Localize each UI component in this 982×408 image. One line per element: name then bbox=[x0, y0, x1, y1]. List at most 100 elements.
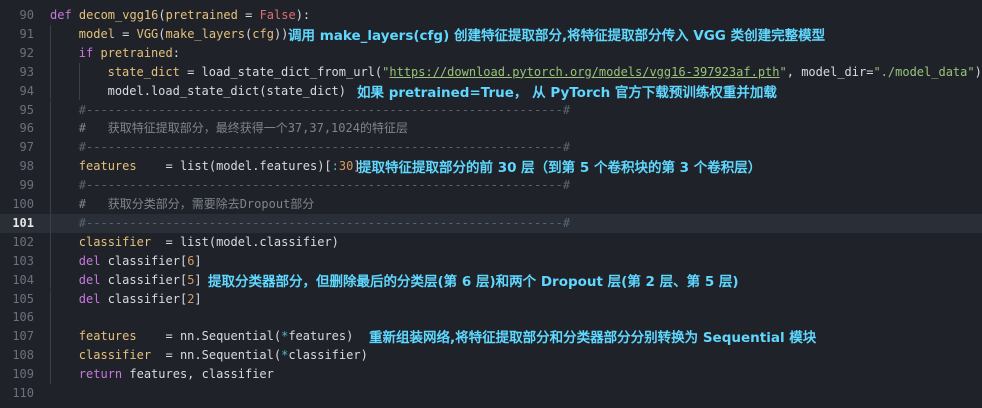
annotation-note: 调用 make_layers(cfg) 创建特征提取部分,将特征提取部分传入 V… bbox=[288, 27, 826, 44]
line-number: 109 bbox=[12, 367, 34, 382]
code-token: make_layers bbox=[165, 26, 246, 41]
indent-guide bbox=[50, 270, 51, 290]
indent-guide bbox=[78, 81, 80, 101]
code-token: ] bbox=[194, 253, 202, 268]
code-token: , model_dir= bbox=[786, 64, 874, 79]
indent-guide bbox=[50, 176, 51, 195]
code-token: classifier bbox=[78, 348, 152, 363]
line-number: 99 bbox=[19, 178, 34, 193]
code-text: #---------------------------------------… bbox=[79, 101, 570, 120]
line-number: 90 bbox=[19, 8, 34, 22]
code-token: classifier bbox=[78, 234, 152, 249]
code-token: )) bbox=[273, 26, 289, 41]
code-token: pretrained bbox=[165, 8, 238, 22]
code-token: # 获取特征提取部分，最终获得一个37,37,1024的特征层 bbox=[78, 121, 408, 136]
code-line[interactable]: 95 #-------------------------------------… bbox=[0, 100, 982, 120]
code-text: #---------------------------------------… bbox=[79, 138, 570, 157]
code-line[interactable]: 103 del classifier[6] bbox=[0, 251, 982, 271]
code-token: return bbox=[78, 367, 130, 382]
line-number: 100 bbox=[12, 197, 34, 211]
code-token: = list(model.classifier) bbox=[151, 234, 339, 249]
code-line[interactable]: 97 #-------------------------------------… bbox=[0, 138, 982, 158]
indent-guide bbox=[50, 327, 51, 347]
code-line[interactable]: 99 #-------------------------------------… bbox=[0, 176, 982, 195]
line-number: 97 bbox=[19, 140, 34, 155]
line-number: 98 bbox=[19, 159, 34, 174]
line-number: 96 bbox=[19, 121, 34, 136]
code-text: #---------------------------------------… bbox=[79, 176, 570, 195]
code-line[interactable]: 106 bbox=[0, 308, 982, 328]
code-line[interactable]: 90 def decom_vgg16(pretrained = False): bbox=[0, 6, 982, 25]
code-token: del bbox=[78, 272, 108, 287]
annotation-note: 如果 pretrained=True， 从 PyTorch 官方下载预训练权重并… bbox=[357, 84, 777, 101]
code-text: # 获取特征提取部分，最终获得一个37,37,1024的特征层 bbox=[79, 119, 408, 138]
line-number: 101 bbox=[12, 215, 34, 230]
indent-guide bbox=[50, 251, 51, 271]
code-editor[interactable]: 90 def decom_vgg16(pretrained = False): 91… bbox=[0, 0, 982, 408]
indent-guide bbox=[50, 81, 51, 101]
indent-guide bbox=[50, 213, 51, 233]
line-number: 104 bbox=[12, 272, 34, 287]
code-line[interactable]: 108 classifier = nn.Sequential(*classifie… bbox=[0, 346, 982, 366]
code-line[interactable]: 110 bbox=[0, 384, 982, 403]
code-text: #---------------------------------------… bbox=[79, 214, 570, 233]
code-text: features = list(model.features)[:30] bbox=[79, 157, 361, 176]
code-text: model.load_state_dict(state_dict) bbox=[108, 82, 346, 101]
line-number: 95 bbox=[19, 102, 34, 117]
code-token: model bbox=[78, 26, 115, 41]
code-token: del bbox=[78, 253, 108, 268]
code-token: = bbox=[237, 8, 260, 22]
code-token: cfg bbox=[252, 26, 274, 41]
code-token: #---------------------------------------… bbox=[78, 102, 571, 117]
indent-guide bbox=[50, 62, 51, 82]
line-number: 92 bbox=[19, 45, 34, 60]
code-token: ): bbox=[295, 8, 311, 22]
code-token: del bbox=[78, 291, 108, 306]
code-line[interactable]: 102 classifier = list(model.classifier) bbox=[0, 232, 982, 252]
indent-guide bbox=[50, 195, 51, 214]
annotation-note: 提取分类器部分，但删除最后的分类层(第 6 层)和两个 Dropout 层(第 … bbox=[208, 273, 739, 290]
code-line[interactable]: 100 # 获取分类部分，需要除去Dropout部分 bbox=[0, 195, 982, 214]
code-token: if bbox=[78, 45, 101, 60]
code-text: classifier = list(model.classifier) bbox=[79, 233, 339, 252]
indent-guide bbox=[78, 62, 80, 82]
code-token: https://download.pytorch.org/models/vgg1… bbox=[389, 64, 780, 79]
code-token: = nn.Sequential( bbox=[151, 348, 282, 363]
code-token: "./model_data" bbox=[873, 64, 975, 79]
code-line[interactable]: 101 #------------------------------------… bbox=[0, 213, 982, 233]
indent-guide bbox=[50, 138, 51, 158]
code-token: #---------------------------------------… bbox=[78, 140, 571, 155]
indent-guide bbox=[50, 157, 51, 177]
code-line[interactable]: 96 # 获取特征提取部分，最终获得一个37,37,1024的特征层 bbox=[0, 119, 982, 139]
code-line[interactable]: 105 del classifier[2] bbox=[0, 289, 982, 309]
code-token: #---------------------------------------… bbox=[78, 178, 571, 193]
code-token: ] bbox=[194, 272, 202, 287]
code-token: decom_vgg16 bbox=[78, 8, 159, 22]
code-token: ( bbox=[158, 8, 166, 22]
code-token: features) bbox=[288, 329, 354, 344]
code-token: ( bbox=[158, 26, 166, 41]
code-text: return features, classifier bbox=[79, 365, 274, 384]
code-line[interactable]: 93 state_dict = load_state_dict_from_url(… bbox=[0, 62, 982, 82]
code-token: classifier) bbox=[288, 348, 368, 363]
code-token: = load_state_dict_from_url( bbox=[179, 64, 383, 79]
line-number: 105 bbox=[12, 291, 34, 306]
code-line[interactable]: 109 return features, classifier bbox=[0, 365, 982, 384]
code-token: False bbox=[259, 8, 296, 22]
code-token: state_dict bbox=[107, 64, 180, 79]
code-token: = bbox=[114, 26, 137, 41]
indent-guide bbox=[50, 119, 51, 139]
annotation-note: 重新组装网络,将特征提取部分和分类器部分分别转换为 Sequential 模块 bbox=[369, 330, 817, 347]
code-token: model.load_state_dict(state_dict) bbox=[107, 83, 347, 98]
code-token: 30 bbox=[338, 159, 354, 174]
line-number: 103 bbox=[12, 253, 34, 268]
indent-guide bbox=[50, 365, 51, 384]
indent-guide bbox=[50, 346, 51, 366]
code-text: if pretrained: bbox=[79, 44, 180, 63]
code-token: ] bbox=[194, 291, 202, 306]
indent-guide bbox=[50, 100, 51, 120]
code-token: : bbox=[331, 159, 339, 174]
code-text: del classifier[2] bbox=[79, 290, 202, 309]
line-number: 106 bbox=[12, 310, 34, 325]
code-line[interactable]: 92 if pretrained: bbox=[0, 43, 982, 63]
